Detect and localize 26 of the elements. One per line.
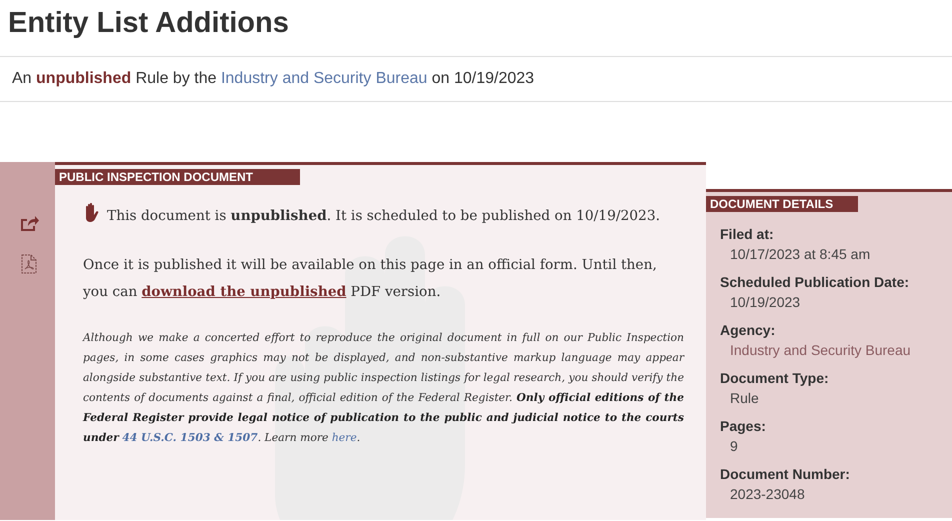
detail-value: 10/17/2023 at 8:45 am <box>729 245 872 264</box>
detail-label: Scheduled Publication Date: <box>720 273 910 292</box>
detail-label: Document Number: <box>720 465 851 484</box>
page-title: Entity List Additions <box>7 6 290 41</box>
detail-label: Document Type: <box>720 369 830 388</box>
detail-value: Rule <box>729 389 760 408</box>
reference-link[interactable]: 44 U.S.C. 1503 & 1507 <box>122 431 258 444</box>
notice-paragraph: This document is unpublished. It is scheduled to be published on 10/19/2023. <box>55 203 706 230</box>
detail-label: Filed at: <box>720 225 775 244</box>
detail-value: 9 <box>729 437 739 456</box>
notice-paragraph: Once it is published it will be available on this page in an official form. Until then, you can download the unpublished PDF version. <box>82 256 658 302</box>
pdf-icon[interactable] <box>20 254 36 274</box>
share-icon[interactable] <box>18 214 38 232</box>
agency-link[interactable]: Industry and Security Bureau <box>220 70 428 87</box>
section-header: PUBLIC INSPECTION DOCUMENT <box>55 169 300 185</box>
detail-value: 10/19/2023 <box>729 293 802 312</box>
disclaimer-paragraph: Although we make a concerted effort to reproduce the original document in full on our Public Inspection pages, in some cases graphics may not be displayed, and non-substantive markup language may appear alongside substantive text. If you are using public inspection listings for legal research, you should verify the contents of documents against a final, official edition of the Federal Register. Only official editions of the Federal Register provide legal notice of publication to the public and judicial notice to the courts under 44 U.S.C. 1503 & 1507. Learn more here. <box>81 330 686 446</box>
agency-link[interactable]: Industry and Security Bureau <box>720 340 952 360</box>
reference-link[interactable]: here <box>332 431 357 444</box>
detail-label: Pages: <box>720 417 767 436</box>
detail-value: 2023-23048 <box>729 485 806 504</box>
byline: An unpublished Rule by the Industry and Security Bureau on 10/19/2023 <box>0 56 952 102</box>
hand-icon <box>83 203 101 223</box>
download-link[interactable]: download the unpublished <box>142 284 346 300</box>
detail-label: Agency: <box>720 321 776 340</box>
section-header: DOCUMENT DETAILS <box>706 196 858 212</box>
